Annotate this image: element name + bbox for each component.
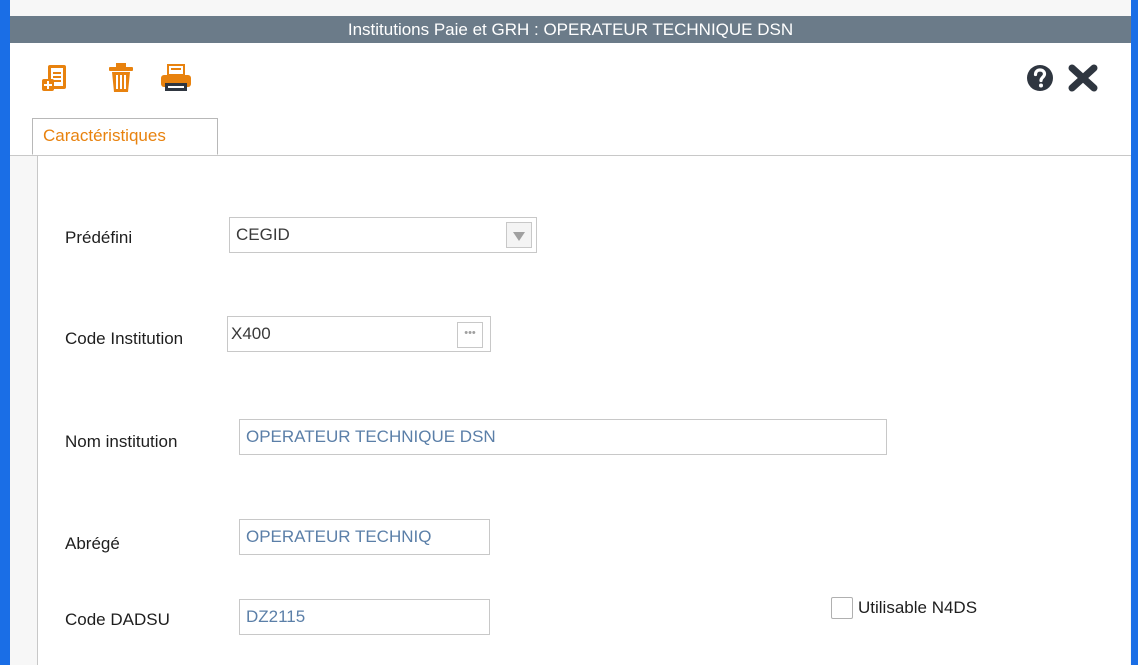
chevron-down-icon[interactable] [506, 222, 532, 248]
utilisable-n4ds-checkbox[interactable] [831, 597, 853, 619]
form-panel: Prédéfini CEGID Code Institution X400 ••… [37, 156, 1130, 665]
abrege-value: OPERATEUR TECHNIQ [246, 527, 432, 546]
tab-caracteristiques[interactable]: Caractéristiques [32, 118, 218, 155]
toolbar [10, 43, 1131, 113]
nom-institution-label: Nom institution [65, 432, 178, 451]
print-icon[interactable] [159, 63, 193, 98]
abrege-field[interactable]: OPERATEUR TECHNIQ [239, 519, 490, 555]
code-institution-field[interactable]: X400 ••• [227, 316, 491, 352]
tab-strip: Caractéristiques [10, 113, 1131, 156]
nom-institution-value: OPERATEUR TECHNIQUE DSN [246, 427, 496, 446]
predefini-value: CEGID [236, 225, 290, 244]
code-dadsu-field[interactable]: DZ2115 [239, 599, 490, 635]
window-frame: Institutions Paie et GRH : OPERATEUR TEC… [0, 0, 1138, 665]
code-institution-value: X400 [231, 324, 271, 343]
nom-institution-field[interactable]: OPERATEUR TECHNIQUE DSN [239, 419, 887, 455]
window: Institutions Paie et GRH : OPERATEUR TEC… [10, 0, 1131, 665]
delete-trash-icon[interactable] [107, 62, 135, 99]
utilisable-n4ds-label[interactable]: Utilisable N4DS [858, 598, 977, 618]
code-dadsu-label: Code DADSU [65, 610, 170, 629]
window-top-strip [10, 0, 1131, 16]
abrege-label: Abrégé [65, 534, 120, 553]
ellipsis-lookup-icon[interactable]: ••• [457, 322, 483, 348]
new-document-icon[interactable] [40, 63, 70, 100]
title-bar: Institutions Paie et GRH : OPERATEUR TEC… [10, 16, 1131, 43]
help-icon[interactable] [1026, 64, 1054, 97]
predefini-label: Prédéfini [65, 228, 133, 247]
predefini-select[interactable]: CEGID [229, 217, 537, 253]
code-dadsu-value: DZ2115 [246, 607, 306, 626]
code-institution-label: Code Institution [65, 329, 184, 348]
close-icon[interactable] [1068, 64, 1098, 97]
